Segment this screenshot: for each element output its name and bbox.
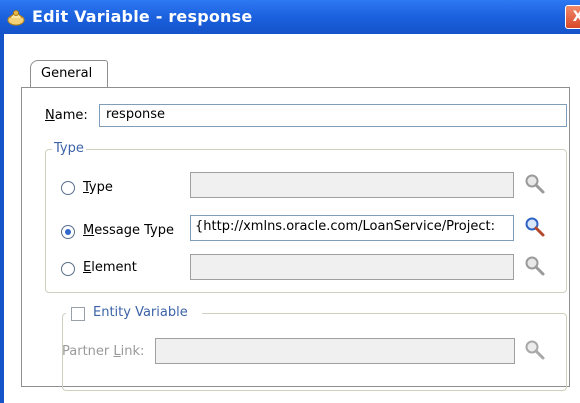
name-label-mnemonic: N	[45, 108, 55, 123]
name-label: Name:	[45, 108, 88, 123]
partner-link-label-b: ink:	[120, 344, 145, 359]
element-text: lement	[91, 260, 137, 275]
message-type-radio-label: Message Type	[83, 223, 174, 238]
magnifier-icon[interactable]	[524, 173, 546, 195]
type-field[interactable]	[190, 172, 514, 198]
message-type-text: essage Type	[94, 223, 174, 238]
element-mnemonic: E	[83, 260, 92, 275]
partner-link-field	[155, 338, 515, 364]
element-radio-label: Element	[83, 260, 137, 275]
type-radio-text: ype	[88, 180, 113, 195]
element-radio[interactable]	[61, 262, 75, 276]
partner-link-label: Partner Link:	[62, 344, 144, 359]
partner-link-label-a: Partner	[62, 344, 114, 359]
type-radio[interactable]	[61, 181, 75, 195]
partner-link-mnemonic: L	[113, 344, 121, 359]
message-type-radio[interactable]	[61, 225, 75, 239]
type-radio-label: Type	[83, 180, 113, 195]
element-field[interactable]	[190, 254, 514, 280]
entity-variable-checkbox[interactable]	[71, 307, 85, 321]
variable-icon	[7, 10, 25, 26]
message-type-field[interactable]: {http://xmlns.oracle.com/LoanService/Pro…	[190, 215, 514, 241]
magnifier-icon[interactable]	[524, 255, 546, 277]
window-title: Edit Variable - response	[32, 7, 253, 26]
type-group-legend: Type	[52, 141, 86, 156]
tab-general[interactable]: General	[30, 60, 108, 88]
tab-general-label: General	[41, 66, 93, 81]
close-icon: X	[572, 9, 580, 25]
entity-variable-label: Entity Variable	[93, 305, 188, 320]
magnifier-icon	[525, 340, 545, 360]
name-input[interactable]: response	[99, 104, 567, 127]
window-frame-left	[0, 34, 4, 403]
magnifier-icon[interactable]	[524, 216, 546, 238]
close-button[interactable]: X	[565, 5, 580, 29]
title-bar: Edit Variable - response X	[0, 0, 580, 34]
message-type-mnemonic: M	[83, 223, 95, 238]
name-label-text: ame:	[54, 108, 88, 123]
